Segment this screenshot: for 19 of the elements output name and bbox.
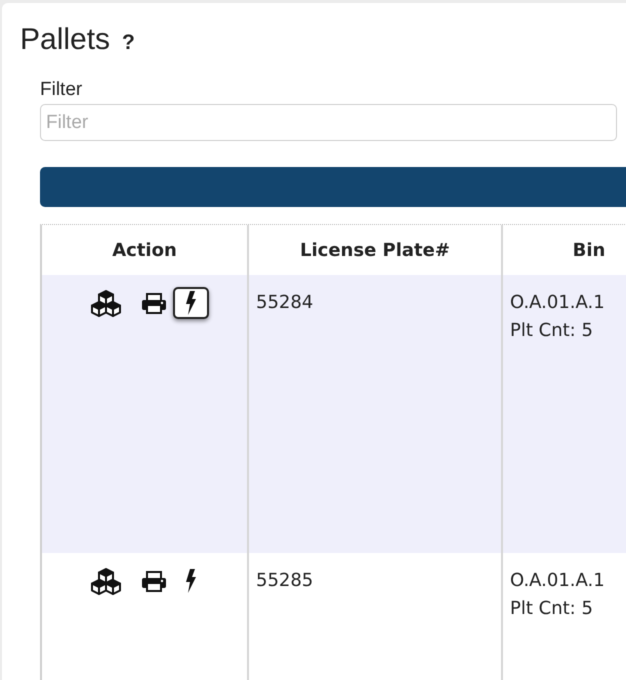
column-header: Bin <box>572 240 606 260</box>
license-plate-cell-text: 55284 <box>256 291 314 315</box>
column-header: Action <box>112 240 177 260</box>
help-icon[interactable]: ? <box>122 31 135 55</box>
bin-location: O.A.01.A.1 <box>510 569 605 593</box>
bolt-icon[interactable] <box>186 291 196 315</box>
pallet-count: Plt Cnt: 5 <box>510 597 593 621</box>
page-title: Pallets <box>20 22 110 58</box>
bin-location: O.A.01.A.1 <box>510 291 605 315</box>
table-row[interactable]: 55284 O.A.01.A.1 Plt Cnt: 5 <box>42 275 626 553</box>
filter-input[interactable]: Filter <box>40 104 617 141</box>
printer-icon[interactable] <box>142 292 166 314</box>
filter-label: Filter <box>40 79 82 101</box>
printer-icon[interactable] <box>142 570 166 592</box>
license-plate-cell-text: 55285 <box>256 569 314 593</box>
bolt-button[interactable] <box>172 287 208 319</box>
column-header: License Plate# <box>300 240 450 260</box>
pallet-count: Plt Cnt: 5 <box>510 319 593 343</box>
bolt-icon[interactable] <box>186 569 196 593</box>
